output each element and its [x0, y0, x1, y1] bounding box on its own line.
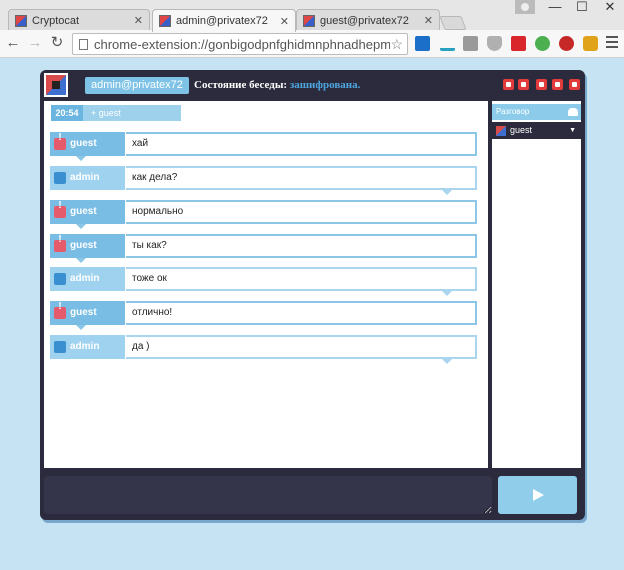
buddy-name: guest — [510, 125, 533, 135]
maximize-button[interactable]: ☐ — [571, 0, 593, 16]
message-tail — [76, 224, 86, 229]
address-bar[interactable]: chrome-extension://gonbigodpnfghidmnphna… — [72, 33, 408, 55]
abp-icon[interactable] — [559, 36, 574, 51]
message-tail — [76, 325, 86, 330]
tab-guest[interactable]: guest@privatex72 ✕ — [296, 9, 440, 31]
puzzle-icon[interactable] — [463, 36, 478, 51]
message-row: guest нормально — [50, 200, 477, 229]
url-text[interactable]: chrome-extension://gonbigodpnfghidmnphna… — [94, 37, 390, 52]
buddy-sidebar: Разговор guest ▼ — [492, 101, 581, 468]
bookmark-star-icon[interactable]: ☆ — [390, 36, 403, 53]
admin-avatar-icon — [54, 341, 66, 353]
minimize-button[interactable]: — — [544, 0, 566, 16]
toggle-icon[interactable] — [583, 36, 598, 51]
wave-icon[interactable] — [440, 36, 455, 51]
pocket-icon[interactable] — [487, 36, 502, 51]
tab-strip: Cryptocat ✕ admin@privatex72 ✕ guest@pri… — [0, 0, 624, 32]
tab-title: Cryptocat — [32, 14, 80, 27]
file-icon[interactable] — [503, 79, 514, 90]
profile-icon[interactable] — [515, 0, 535, 14]
admin-avatar-icon — [54, 273, 66, 285]
message-text: отлично! — [126, 301, 477, 325]
cryptocat-favicon-icon — [303, 14, 315, 27]
guest-alert-icon — [54, 132, 66, 150]
message-row: admin как дела? — [50, 166, 477, 195]
close-tab-icon[interactable]: ✕ — [134, 14, 143, 27]
message-text: тоже ок — [126, 267, 477, 291]
chevron-down-icon[interactable]: ▼ — [569, 122, 576, 139]
tab-title: admin@privatex72 — [176, 15, 268, 27]
time-bar-user: + guest — [91, 108, 121, 118]
conversation-label: Разговор — [496, 107, 530, 116]
chat-icon[interactable] — [536, 79, 547, 90]
guest-alert-icon — [54, 200, 66, 218]
conversation-status: Состояние беседы: зашифрована. — [194, 79, 360, 91]
message-tail — [76, 258, 86, 263]
cryptocat-logo-icon — [44, 73, 68, 97]
reload-icon[interactable]: ↻ — [48, 34, 66, 52]
message-text: нормально — [126, 200, 477, 224]
send-button[interactable] — [498, 476, 577, 514]
outlook-icon[interactable] — [415, 36, 430, 51]
cryptocat-window: admin@privatex72 Состояние беседы: зашиф… — [40, 70, 585, 520]
forward-icon[interactable]: → — [26, 34, 44, 52]
tab-title: guest@privatex72 — [320, 14, 409, 27]
message-row: admin да ) — [50, 335, 477, 364]
time-bar-user-name: guest — [98, 108, 121, 118]
close-tab-icon[interactable]: ✕ — [424, 14, 433, 27]
guest-alert-icon — [54, 301, 66, 319]
time-label: 20:54 — [51, 105, 83, 121]
conversation-header[interactable]: Разговор — [492, 104, 581, 120]
back-icon[interactable]: ← — [4, 34, 22, 52]
sound-icon[interactable] — [552, 79, 563, 90]
time-bar: 20:54 + guest — [51, 105, 181, 121]
cryptocat-favicon-icon — [15, 14, 27, 27]
new-tab-button[interactable] — [439, 16, 467, 30]
message-row: guest отлично! — [50, 301, 477, 330]
message-text: хай — [126, 132, 477, 156]
app-header: admin@privatex72 Состояние беседы: зашиф… — [40, 70, 585, 100]
message-row: guest хай — [50, 132, 477, 161]
circle-icon[interactable] — [535, 36, 550, 51]
buddy-avatar-icon — [496, 126, 506, 136]
message-row: guest ты как? — [50, 234, 477, 263]
tab-admin[interactable]: admin@privatex72 ✕ — [152, 9, 296, 32]
admin-avatar-icon — [54, 172, 66, 184]
message-tail — [442, 291, 452, 296]
close-window-button[interactable]: ✕ — [599, 0, 621, 16]
cryptocat-favicon-icon — [159, 15, 171, 27]
guest-alert-icon — [54, 234, 66, 252]
browser-toolbar: ← → ↻ chrome-extension://gonbigodpnfghid… — [0, 30, 624, 58]
message-input[interactable] — [44, 476, 492, 514]
close-tab-icon[interactable]: ✕ — [280, 15, 289, 28]
status-label: Состояние беседы: — [194, 79, 290, 91]
menu-icon[interactable] — [606, 36, 618, 50]
message-tail — [76, 156, 86, 161]
message-text: да ) — [126, 335, 477, 359]
lastpass-icon[interactable] — [511, 36, 526, 51]
buddy-item-guest[interactable]: guest ▼ — [492, 122, 581, 139]
people-icon — [568, 108, 578, 116]
message-text: как дела? — [126, 166, 477, 190]
chat-pane[interactable]: 20:54 + guest guest хай admin как дела? … — [44, 101, 488, 468]
message-row: admin тоже ок — [50, 267, 477, 296]
message-tail — [442, 359, 452, 364]
page-icon — [79, 38, 88, 50]
message-text: ты как? — [126, 234, 477, 258]
status-value: зашифрована. — [289, 79, 361, 91]
tab-cryptocat[interactable]: Cryptocat ✕ — [8, 9, 150, 31]
filter-icon[interactable] — [518, 79, 529, 90]
message-tail — [442, 190, 452, 195]
user-badge: admin@privatex72 — [85, 77, 189, 94]
logout-icon[interactable] — [569, 79, 580, 90]
